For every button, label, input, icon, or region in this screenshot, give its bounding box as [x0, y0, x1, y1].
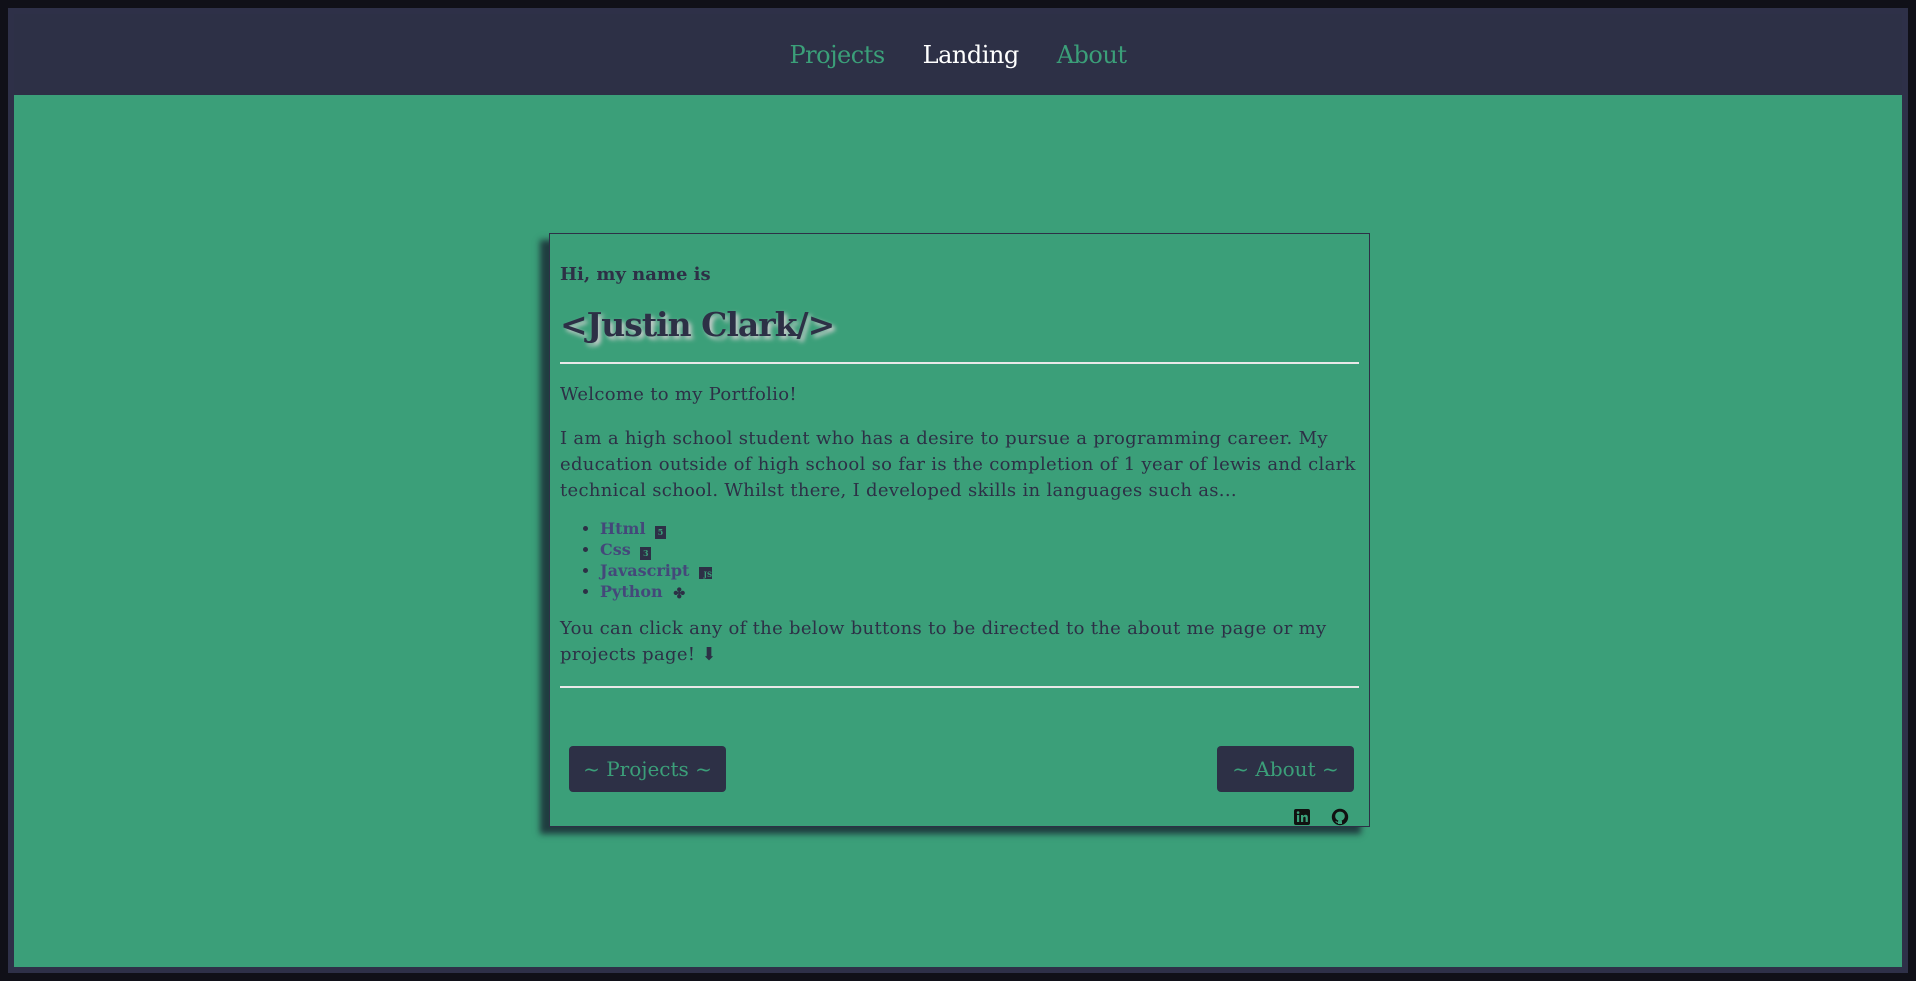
- list-item: Html 5: [600, 518, 1359, 539]
- skill-html: Html: [600, 519, 646, 538]
- social-links: [1293, 808, 1349, 826]
- divider: [560, 686, 1359, 688]
- nav-landing[interactable]: Landing: [923, 41, 1020, 69]
- html5-icon: 5: [655, 526, 667, 539]
- nav-projects[interactable]: Projects: [790, 41, 886, 69]
- linkedin-icon[interactable]: [1293, 808, 1311, 826]
- divider: [560, 362, 1359, 364]
- welcome-text: Welcome to my Portfolio!: [560, 384, 797, 405]
- page: Projects Landing About Hi, my name is <J…: [14, 14, 1902, 967]
- name-heading: <Justin Clark/>: [560, 305, 835, 344]
- css3-icon: 3: [640, 547, 652, 560]
- list-item: Css 3: [600, 539, 1359, 560]
- nav-about[interactable]: About: [1057, 41, 1127, 69]
- window-frame: Projects Landing About Hi, my name is <J…: [8, 8, 1908, 973]
- navbar: Projects Landing About: [14, 14, 1902, 95]
- greeting: Hi, my name is: [560, 264, 711, 285]
- cta-text: You can click any of the below buttons t…: [560, 618, 1327, 665]
- skill-python: Python: [600, 582, 663, 601]
- intro-card: Hi, my name is <Justin Clark/> Welcome t…: [549, 233, 1370, 827]
- intro-text: I am a high school student who has a des…: [560, 428, 1356, 501]
- github-icon[interactable]: [1331, 808, 1349, 826]
- skill-javascript: Javascript: [600, 561, 690, 580]
- skill-css: Css: [600, 540, 631, 559]
- js-icon: JS: [699, 567, 713, 579]
- about-button[interactable]: ~ About ~: [1217, 746, 1354, 792]
- projects-button[interactable]: ~ Projects ~: [569, 746, 726, 792]
- list-item: Javascript JS: [600, 560, 1359, 581]
- list-item: Python ✤: [600, 581, 1359, 602]
- python-icon: ✤: [673, 586, 686, 602]
- skills-list: Html 5 Css 3 Javascript JS Python ✤: [560, 518, 1359, 602]
